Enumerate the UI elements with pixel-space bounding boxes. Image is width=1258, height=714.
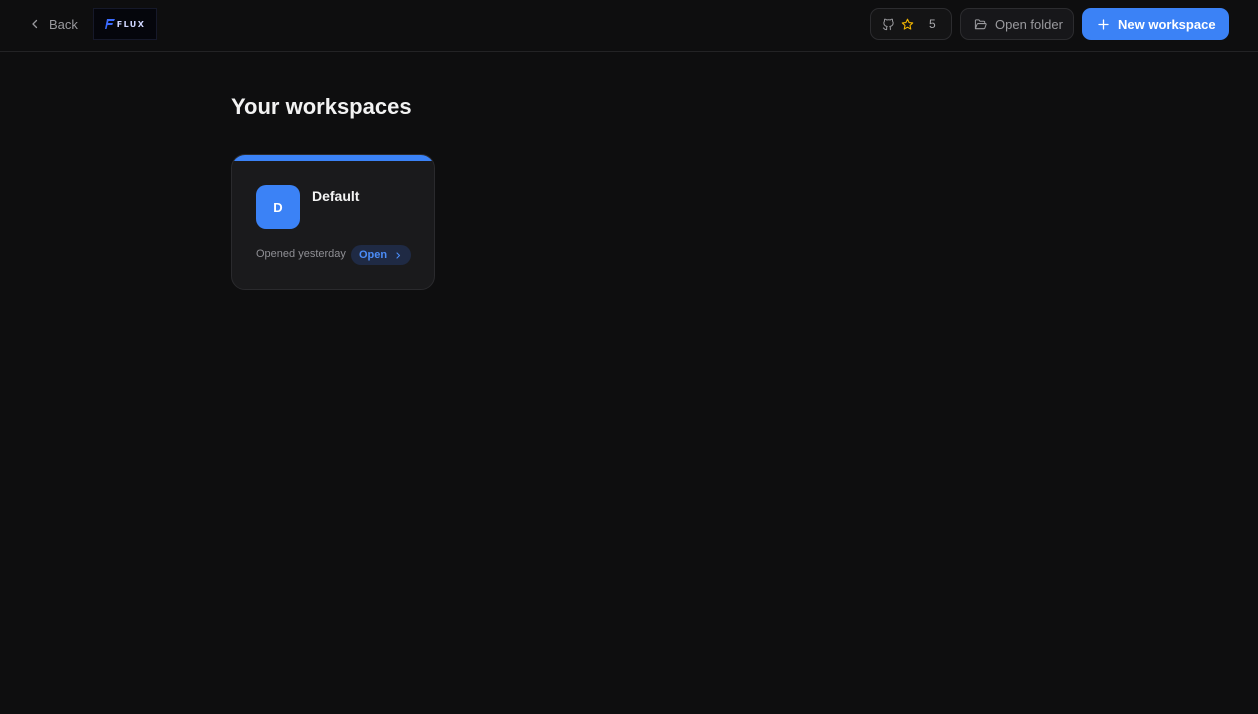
workspace-name: Default bbox=[312, 188, 360, 204]
page-title: Your workspaces bbox=[231, 94, 412, 119]
logo-text: FLUX bbox=[116, 19, 146, 29]
workspace-avatar: D bbox=[256, 185, 300, 229]
chevron-right-icon bbox=[396, 251, 401, 259]
open-workspace-button[interactable]: Open bbox=[351, 245, 411, 265]
github-icon bbox=[882, 18, 895, 31]
plus-icon bbox=[1098, 18, 1109, 30]
open-folder-button[interactable]: Open folder bbox=[960, 8, 1074, 40]
github-star-button[interactable]: 5 bbox=[870, 8, 952, 40]
star-count: 5 bbox=[929, 17, 936, 31]
new-workspace-button[interactable]: New workspace bbox=[1082, 8, 1229, 40]
flux-logo-mark-icon bbox=[104, 19, 115, 29]
new-workspace-label: New workspace bbox=[1118, 16, 1216, 32]
folder-open-icon bbox=[974, 18, 987, 29]
star-icon bbox=[901, 18, 914, 31]
open-folder-label: Open folder bbox=[995, 16, 1063, 32]
workspace-card[interactable]: D Default Opened yesterday Open bbox=[231, 154, 435, 290]
card-accent-bar bbox=[232, 155, 434, 161]
flux-logo[interactable]: FLUX bbox=[93, 8, 157, 40]
top-bar: Back FLUX 5 Open folder New workspace bbox=[0, 0, 1258, 52]
workspace-last-opened: Opened yesterday bbox=[256, 248, 346, 260]
back-button[interactable]: Back bbox=[30, 14, 78, 34]
chevron-left-icon bbox=[32, 19, 38, 29]
open-workspace-label: Open bbox=[359, 249, 388, 261]
back-label: Back bbox=[49, 16, 78, 32]
